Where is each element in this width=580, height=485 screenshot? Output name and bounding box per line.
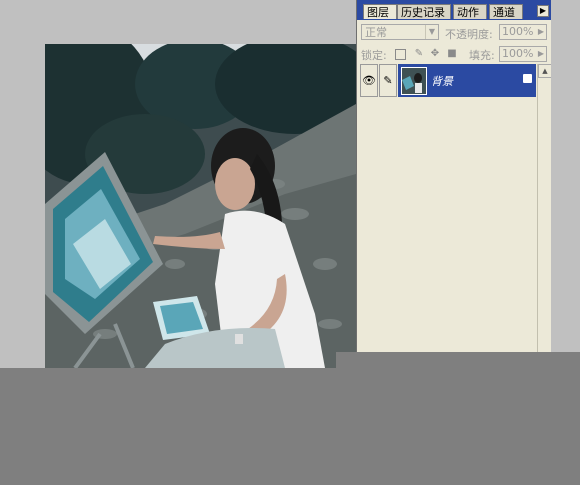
layer-selection[interactable]: 背景 <box>398 64 536 97</box>
layers-panel: 图层 历史记录 动作 通道 ▶ 正常 ▼ 不透明度: 100% ▶ 锁定: ✎ … <box>356 0 552 352</box>
workspace-bottom-strip <box>336 352 580 368</box>
tab-label: 图层 <box>367 6 389 19</box>
scroll-up-arrow-icon[interactable]: ▲ <box>538 64 552 78</box>
tab-layers[interactable]: 图层 <box>363 4 397 19</box>
workspace-right-edge <box>551 0 580 368</box>
lock-transparency-icon[interactable] <box>395 49 406 60</box>
opacity-field[interactable]: 100% ▶ <box>499 24 547 40</box>
blend-mode-value: 正常 <box>365 26 387 39</box>
opacity-label: 不透明度: <box>445 28 493 41</box>
lock-label: 锁定: <box>361 49 387 62</box>
lock-paint-brush-icon[interactable]: ✎ <box>413 48 425 60</box>
tab-label: 通道 <box>493 6 515 19</box>
tab-label: 动作 <box>457 6 479 19</box>
chevron-down-icon: ▼ <box>425 25 438 39</box>
document-image[interactable] <box>45 44 356 368</box>
workspace-bottom-area <box>0 368 580 485</box>
blend-mode-select[interactable]: 正常 ▼ <box>361 24 439 40</box>
layer-thumbnail <box>401 67 427 95</box>
layer-name[interactable]: 背景 <box>431 73 453 89</box>
opacity-value: 100% <box>502 25 534 38</box>
photo-painting-girl <box>45 44 356 368</box>
tab-channels[interactable]: 通道 <box>489 4 523 19</box>
tab-label: 历史记录 <box>401 6 445 19</box>
lock-icon <box>523 74 532 83</box>
panel-tab-bar: 图层 历史记录 动作 通道 ▶ <box>357 0 551 20</box>
layer-row[interactable]: 👁 ✎ 背景 <box>357 64 537 98</box>
panel-menu-arrow-icon[interactable]: ▶ <box>537 5 549 17</box>
eye-icon[interactable]: 👁 <box>360 64 378 97</box>
chevron-right-icon: ▶ <box>537 49 545 58</box>
tab-history[interactable]: 历史记录 <box>397 4 451 19</box>
lock-move-icon[interactable]: ✥ <box>429 48 441 60</box>
panel-scrollbar[interactable]: ▲ <box>537 64 552 352</box>
tab-actions[interactable]: 动作 <box>453 4 487 19</box>
chevron-right-icon: ▶ <box>537 27 545 36</box>
fill-value: 100% <box>502 47 534 60</box>
brush-icon[interactable]: ✎ <box>379 64 397 97</box>
fill-field[interactable]: 100% ▶ <box>499 46 547 62</box>
thumbnail-image <box>402 68 426 94</box>
lock-all-icon[interactable]: ■ <box>446 48 458 60</box>
fill-label: 填充: <box>469 49 495 62</box>
